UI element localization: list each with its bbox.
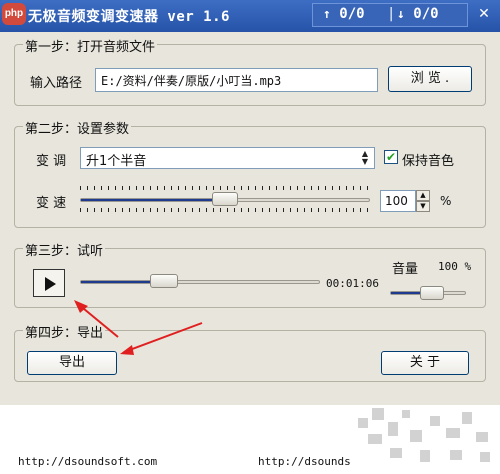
app-window: php 无极音频变调变速器 ver 1.6 ↑ 0/0 | ↓ 0/0 ✕ 第一… [0,0,500,405]
watermark-logo [358,408,490,462]
footer-link-left[interactable]: http://dsoundsoft.com [18,455,157,468]
annotation-arrows [74,300,203,355]
annotation-arrow-to-export [123,322,203,353]
footer-link-right[interactable]: http://dsounds [258,455,351,468]
annotation-arrowhead-export [120,345,134,355]
